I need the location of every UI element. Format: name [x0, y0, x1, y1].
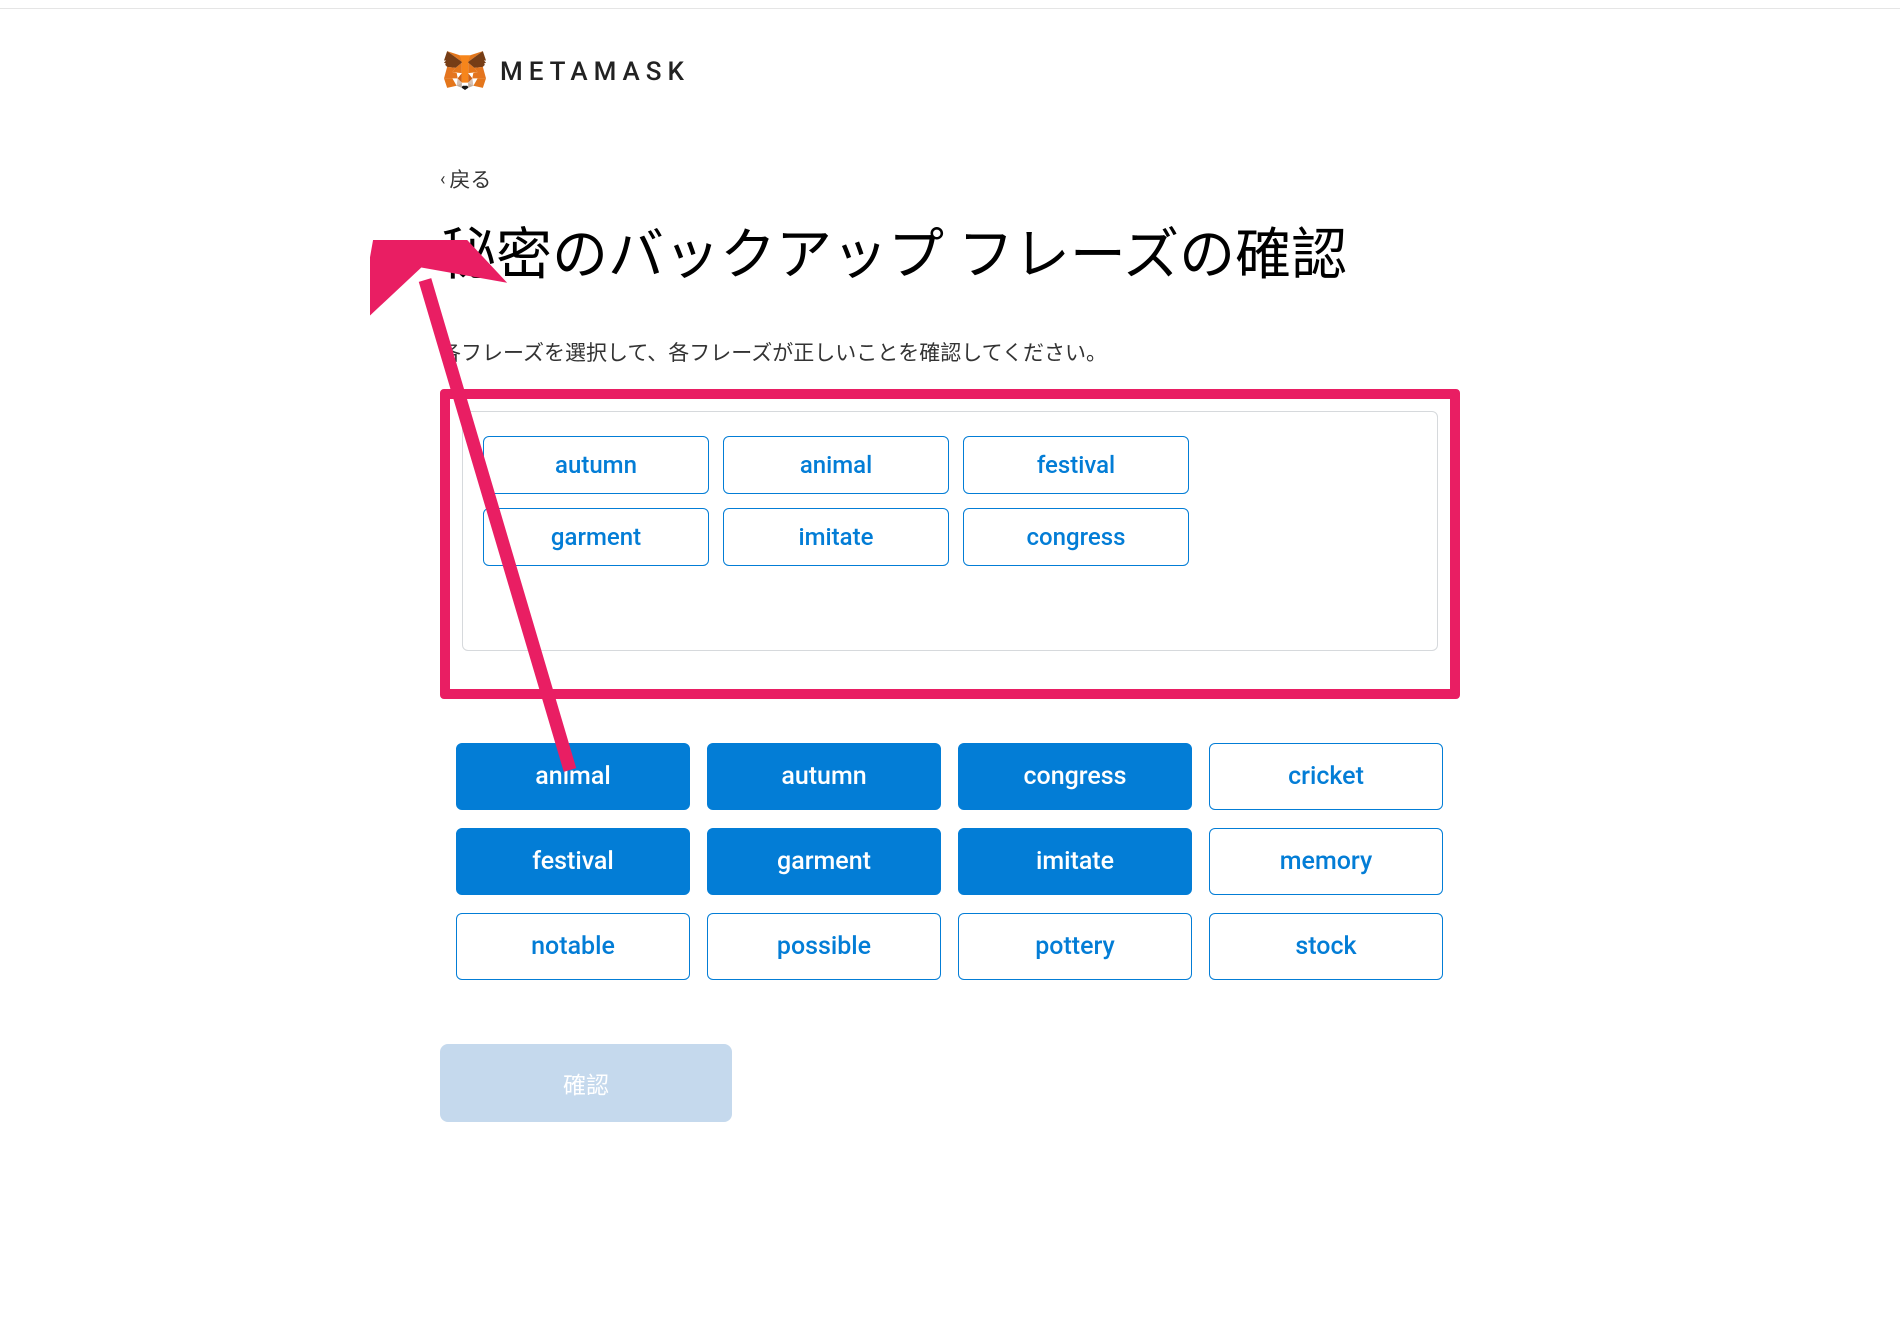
word-bank: animal autumn congress cricket festival …	[440, 743, 1460, 980]
selected-word[interactable]: festival	[963, 436, 1189, 494]
selected-word[interactable]: garment	[483, 508, 709, 566]
selected-phrase-panel: autumn animal festival garment imitate c…	[462, 411, 1438, 651]
selected-word[interactable]: animal	[723, 436, 949, 494]
metamask-fox-icon	[444, 50, 486, 94]
page-divider	[0, 8, 1900, 9]
chevron-left-icon: ‹	[440, 169, 445, 190]
annotation-highlight: autumn animal festival garment imitate c…	[440, 389, 1460, 699]
selected-word[interactable]: autumn	[483, 436, 709, 494]
selected-words-grid: autumn animal festival garment imitate c…	[483, 436, 1417, 566]
word-chip[interactable]: festival	[456, 828, 690, 895]
word-chip[interactable]: memory	[1209, 828, 1443, 895]
word-chip[interactable]: possible	[707, 913, 941, 980]
back-label: 戻る	[449, 164, 491, 194]
confirm-button[interactable]: 確認	[440, 1044, 732, 1122]
selected-word[interactable]: imitate	[723, 508, 949, 566]
selected-word[interactable]: congress	[963, 508, 1189, 566]
word-chip[interactable]: stock	[1209, 913, 1443, 980]
page-title: 秘密のバックアップ フレーズの確認	[440, 222, 1460, 289]
word-chip[interactable]: autumn	[707, 743, 941, 810]
brand-header: METAMASK	[440, 50, 1460, 94]
word-chip[interactable]: imitate	[958, 828, 1192, 895]
word-chip[interactable]: pottery	[958, 913, 1192, 980]
word-chip[interactable]: notable	[456, 913, 690, 980]
back-link[interactable]: ‹ 戻る	[440, 164, 491, 194]
word-chip[interactable]: garment	[707, 828, 941, 895]
instruction-text: 各フレーズを選択して、各フレーズが正しいことを確認してください。	[440, 337, 1460, 367]
word-chip[interactable]: animal	[456, 743, 690, 810]
word-chip[interactable]: cricket	[1209, 743, 1443, 810]
brand-name: METAMASK	[500, 57, 690, 87]
word-chip[interactable]: congress	[958, 743, 1192, 810]
